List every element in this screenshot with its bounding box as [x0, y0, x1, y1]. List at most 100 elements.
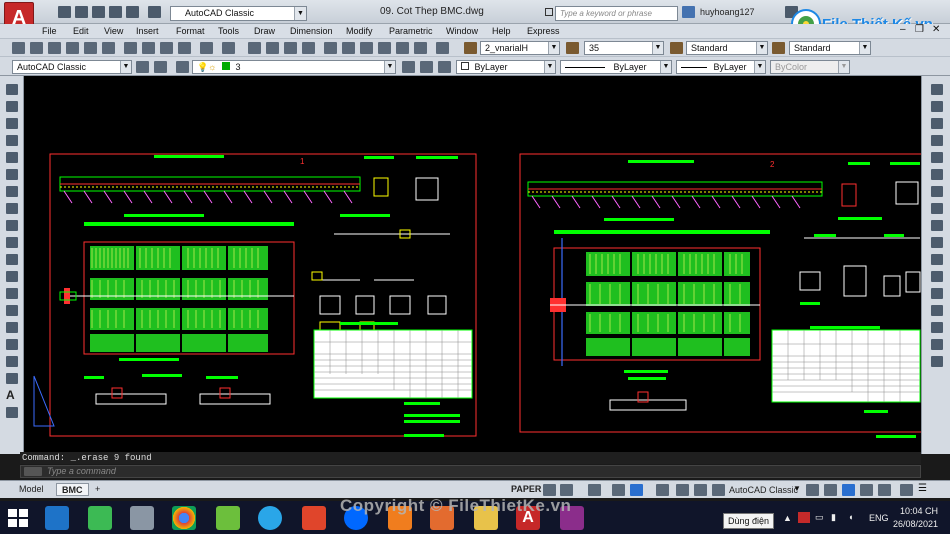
mirror-icon[interactable] — [931, 118, 943, 129]
layer-manager-icon[interactable] — [154, 61, 167, 73]
menu-draw[interactable]: Draw — [254, 26, 275, 36]
tab-model[interactable]: Model — [14, 483, 49, 496]
polyline-icon[interactable] — [6, 118, 18, 129]
menu-format[interactable]: Format — [176, 26, 205, 36]
make-current-icon[interactable] — [402, 61, 415, 73]
minimize-icon[interactable]: – — [900, 24, 906, 35]
restore-icon[interactable]: ❐ — [915, 24, 924, 35]
dim-style-select[interactable]: Standard ▼ — [686, 41, 768, 55]
tab-bmc[interactable]: BMC — [56, 483, 89, 496]
color-select[interactable]: ByLayer ▼ — [456, 60, 556, 74]
save-icon[interactable] — [92, 6, 105, 18]
preview-icon[interactable] — [84, 42, 97, 54]
trim-icon[interactable] — [931, 237, 943, 248]
properties-icon[interactable] — [324, 42, 337, 54]
ortho-icon[interactable] — [588, 484, 601, 496]
offset-icon[interactable] — [931, 135, 943, 146]
language-indicator[interactable]: ENG — [869, 513, 889, 523]
cut-icon[interactable] — [124, 42, 137, 54]
break-icon[interactable] — [931, 288, 943, 299]
chevron-down-icon[interactable]: ▼ — [793, 484, 801, 493]
revision-cloud-icon[interactable] — [6, 203, 18, 214]
save-icon[interactable] — [48, 42, 61, 54]
make-block-icon[interactable] — [6, 288, 18, 299]
print-icon[interactable] — [109, 6, 122, 18]
tab-add[interactable]: + — [90, 483, 105, 496]
ellipse-arc-icon[interactable] — [6, 254, 18, 265]
tray-arrow-icon[interactable]: ▲ — [783, 513, 792, 523]
clock-time[interactable]: 10:04 CH — [900, 506, 938, 516]
rectangle-icon[interactable] — [6, 152, 18, 163]
linetype-select[interactable]: ByLayer ▼ — [560, 60, 672, 74]
annotation-visibility-icon[interactable] — [694, 484, 707, 496]
space-toggle[interactable]: PAPER — [511, 484, 541, 494]
circle-icon[interactable] — [6, 186, 18, 197]
paste-icon[interactable] — [160, 42, 173, 54]
move-icon[interactable] — [931, 169, 943, 180]
insert-block-icon[interactable] — [6, 271, 18, 282]
erase-icon[interactable] — [931, 84, 943, 95]
ellipse-icon[interactable] — [6, 237, 18, 248]
customize-icon[interactable] — [900, 484, 913, 496]
add-selected-icon[interactable] — [6, 407, 18, 418]
lineweight-icon[interactable] — [656, 484, 669, 496]
teamviewer-icon[interactable] — [258, 506, 282, 530]
grid-icon[interactable] — [543, 484, 556, 496]
menu-help[interactable]: Help — [492, 26, 511, 36]
ie-icon[interactable] — [45, 506, 69, 530]
help-icon[interactable] — [436, 42, 449, 54]
publish-icon[interactable] — [102, 42, 115, 54]
lineweight-select[interactable]: ByLayer ▼ — [676, 60, 766, 74]
zoom-window-icon[interactable] — [284, 42, 297, 54]
chrome-icon[interactable] — [172, 506, 196, 530]
workspace-status[interactable]: AutoCAD Classic — [729, 485, 798, 495]
qnew-icon[interactable] — [12, 42, 25, 54]
menu-dimension[interactable]: Dimension — [290, 26, 333, 36]
command-customize-icon[interactable] — [24, 467, 42, 476]
layer-previous-icon[interactable] — [420, 61, 433, 73]
utorrent-icon[interactable] — [88, 506, 112, 530]
search-icon[interactable] — [682, 6, 695, 18]
workspace-settings-icon[interactable] — [136, 61, 149, 73]
array-icon[interactable] — [931, 152, 943, 163]
layer-select[interactable]: 💡☼ 3 ▼ — [192, 60, 396, 74]
menu-icon[interactable]: ☰ — [918, 483, 927, 494]
calculator-icon[interactable] — [414, 42, 427, 54]
user-account[interactable]: huyhoang127 — [700, 7, 755, 17]
clean-screen-icon[interactable] — [860, 484, 873, 496]
workspace-gear-icon[interactable] — [712, 484, 725, 496]
lock-ui-icon[interactable] — [878, 484, 891, 496]
menu-insert[interactable]: Insert — [136, 26, 159, 36]
battery-icon[interactable]: ▭ — [815, 512, 824, 523]
clock-date[interactable]: 26/08/2021 — [893, 519, 938, 529]
windows-start-icon[interactable] — [8, 509, 28, 527]
explode-icon[interactable] — [931, 356, 943, 367]
close-icon[interactable]: ✕ — [932, 24, 940, 35]
workspace-select[interactable]: AutoCAD Classic ▼ — [12, 60, 132, 74]
plot-icon[interactable] — [66, 42, 79, 54]
multiline-text-icon[interactable]: A — [6, 389, 18, 401]
design-center-icon[interactable] — [342, 42, 355, 54]
menu-parametric[interactable]: Parametric — [389, 26, 433, 36]
sheet-set-icon[interactable] — [378, 42, 391, 54]
menu-view[interactable]: View — [104, 26, 123, 36]
menu-modify[interactable]: Modify — [346, 26, 373, 36]
zoom-previous-icon[interactable] — [302, 42, 315, 54]
fillet-icon[interactable] — [931, 339, 943, 350]
add-scales-icon[interactable] — [806, 484, 819, 496]
layer-walk-icon[interactable] — [438, 61, 451, 73]
undo-icon[interactable] — [126, 6, 139, 18]
hatch-icon[interactable] — [6, 322, 18, 333]
menu-edit[interactable]: Edit — [73, 26, 89, 36]
arc-icon[interactable] — [6, 169, 18, 180]
foxit-icon[interactable] — [302, 506, 326, 530]
construction-line-icon[interactable] — [6, 101, 18, 112]
open-icon[interactable] — [30, 42, 43, 54]
text-style-select[interactable]: 2_vnarialH ▼ — [480, 41, 560, 55]
break-at-point-icon[interactable] — [931, 271, 943, 282]
hardware-acceleration-icon[interactable] — [842, 484, 855, 496]
stretch-icon[interactable] — [931, 220, 943, 231]
join-icon[interactable] — [931, 305, 943, 316]
new-icon[interactable] — [58, 6, 71, 18]
search-options-icon[interactable] — [545, 8, 553, 16]
